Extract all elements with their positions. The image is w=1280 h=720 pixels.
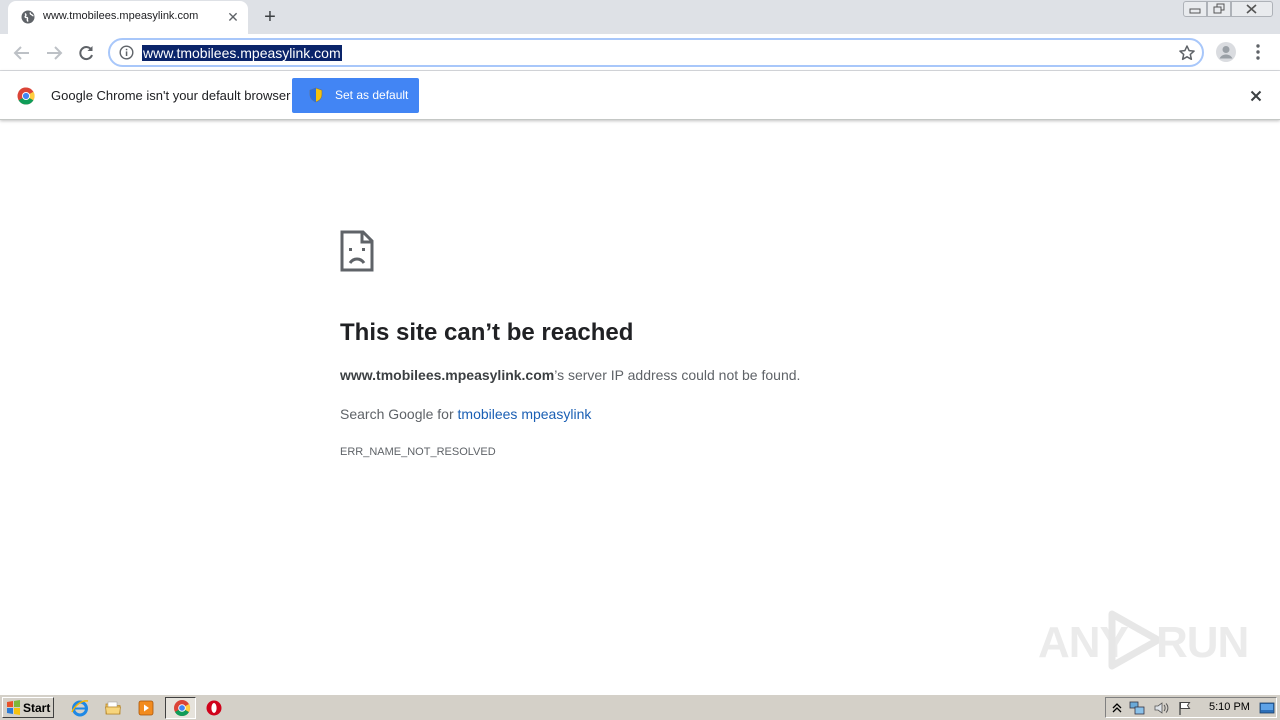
bookmark-star-icon[interactable] xyxy=(1178,44,1196,62)
sad-document-icon xyxy=(340,230,374,272)
browser-toolbar: www.tmobilees.mpeasylink.com xyxy=(0,34,1280,71)
window-maximize-button[interactable] xyxy=(1207,1,1231,17)
default-browser-infobar: Google Chrome isn't your default browser… xyxy=(0,71,1280,120)
profile-avatar-icon[interactable] xyxy=(1215,41,1237,63)
error-host: www.tmobilees.mpeasylink.com xyxy=(340,367,555,383)
opera-icon[interactable] xyxy=(205,699,223,717)
url-text[interactable]: www.tmobilees.mpeasylink.com xyxy=(142,45,342,61)
set-as-default-label: Set as default xyxy=(335,88,409,102)
tab-strip: www.tmobilees.mpeasylink.com ✕ + xyxy=(0,0,1280,34)
action-center-flag-icon[interactable] xyxy=(1177,700,1193,716)
taskbar-chrome-button[interactable] xyxy=(165,697,196,719)
info-icon[interactable] xyxy=(119,45,134,60)
network-icon[interactable] xyxy=(1129,700,1145,716)
address-bar[interactable]: www.tmobilees.mpeasylink.com xyxy=(108,38,1204,67)
clock[interactable]: 5:10 PM xyxy=(1209,701,1250,713)
start-label: Start xyxy=(23,701,51,715)
media-player-icon[interactable] xyxy=(137,699,155,717)
chrome-icon xyxy=(174,700,191,717)
watermark-right-text: RUN xyxy=(1156,618,1249,667)
infobar-message: Google Chrome isn't your default browser xyxy=(51,88,291,103)
anyrun-watermark: ANY RUN xyxy=(1038,608,1249,670)
error-code: ERR_NAME_NOT_RESOLVED xyxy=(340,446,496,458)
search-prefix: Search Google for xyxy=(340,406,458,422)
restore-icon xyxy=(1213,3,1225,14)
globe-icon xyxy=(21,10,35,24)
set-as-default-button[interactable]: Set as default xyxy=(292,78,419,113)
forward-arrow-icon[interactable] xyxy=(43,42,65,64)
search-google-link[interactable]: tmobilees mpeasylink xyxy=(458,406,592,422)
window-close-button[interactable] xyxy=(1231,1,1273,17)
reload-icon[interactable] xyxy=(75,42,97,64)
start-button[interactable]: Start xyxy=(2,697,54,718)
window-minimize-button[interactable] xyxy=(1183,1,1207,17)
new-tab-button[interactable]: + xyxy=(260,7,280,27)
windows-flag-icon xyxy=(7,700,20,715)
error-host-suffix: ’s server IP address could not be found. xyxy=(554,367,801,383)
search-suggestion: Search Google for tmobilees mpeasylink xyxy=(340,406,591,422)
folder-icon[interactable] xyxy=(104,699,122,717)
back-arrow-icon[interactable] xyxy=(11,42,33,64)
more-menu-icon[interactable] xyxy=(1250,42,1266,62)
infobar-close-icon[interactable] xyxy=(1247,87,1265,105)
show-desktop-icon[interactable] xyxy=(1259,700,1275,716)
tab-close-icon[interactable]: ✕ xyxy=(225,9,241,25)
taskbar: Start 5:10 PM xyxy=(0,694,1280,720)
volume-icon[interactable] xyxy=(1153,700,1169,716)
error-description: www.tmobilees.mpeasylink.com’s server IP… xyxy=(340,367,800,383)
error-title: This site can’t be reached xyxy=(340,319,634,346)
uac-shield-icon xyxy=(309,87,323,103)
show-hidden-icons-icon[interactable] xyxy=(1109,700,1125,716)
system-tray: 5:10 PM xyxy=(1105,697,1277,718)
close-icon xyxy=(1246,4,1257,14)
browser-tab[interactable]: www.tmobilees.mpeasylink.com ✕ xyxy=(8,1,248,34)
tab-title: www.tmobilees.mpeasylink.com xyxy=(43,10,199,22)
chrome-logo-icon xyxy=(17,87,35,105)
internet-explorer-icon[interactable] xyxy=(71,699,89,717)
minimize-icon xyxy=(1189,8,1201,14)
